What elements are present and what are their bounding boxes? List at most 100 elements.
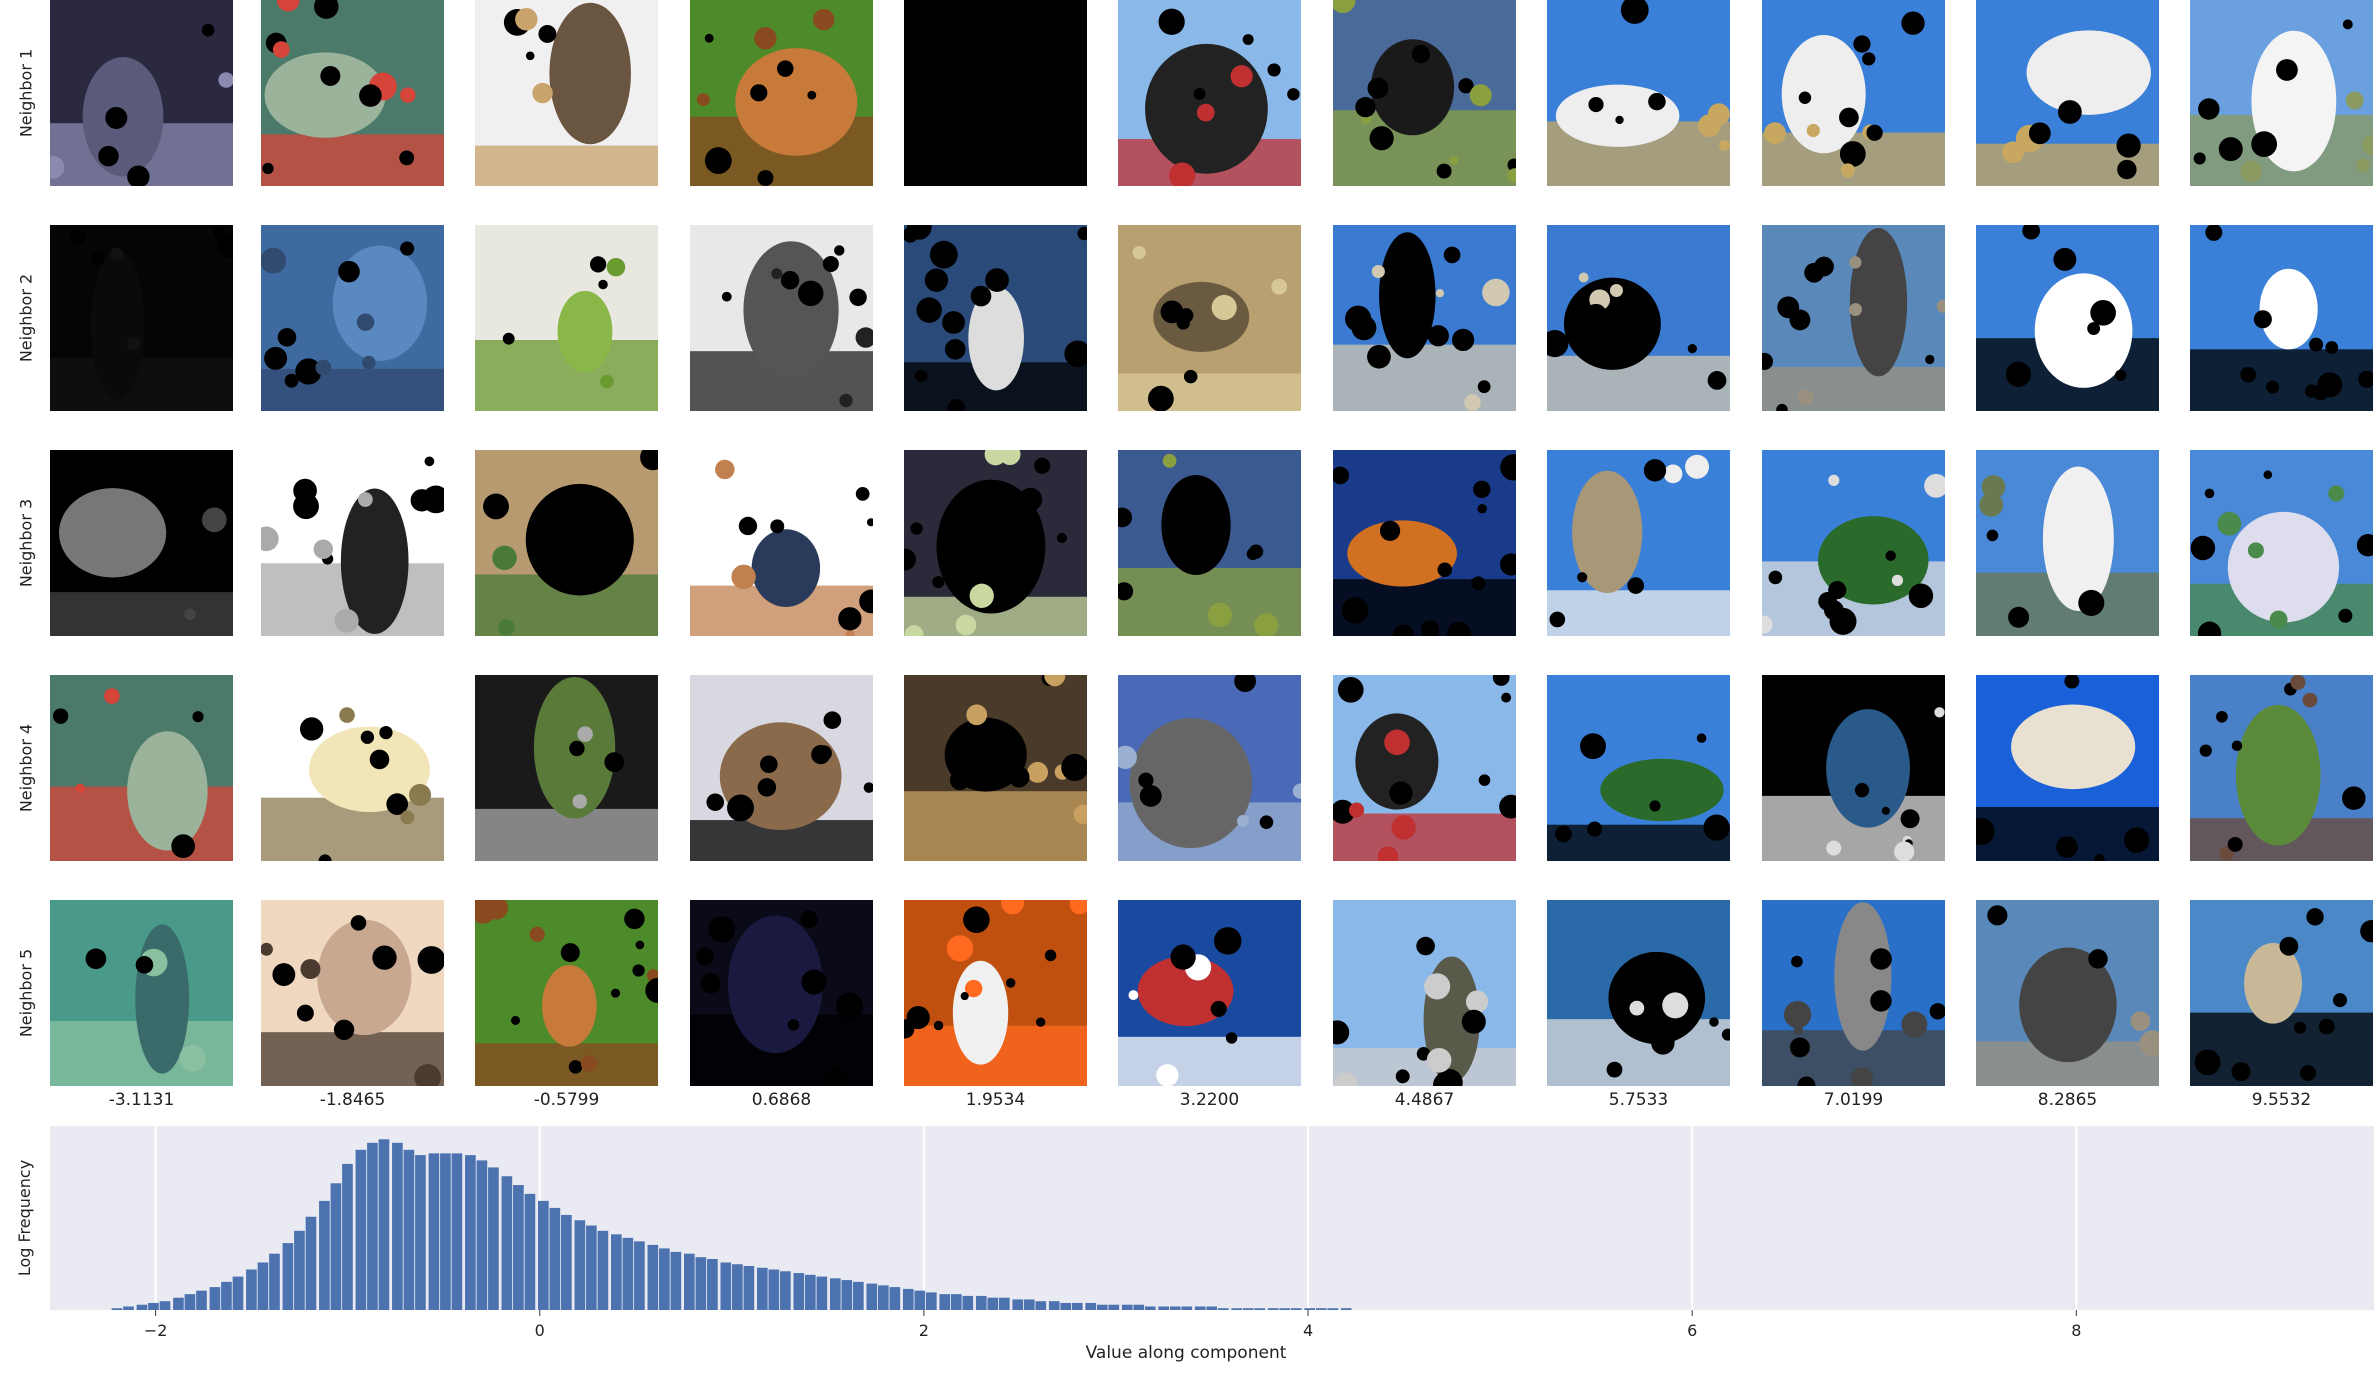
neighbor-image-thumbnail	[690, 675, 873, 861]
histogram-bar	[670, 1251, 682, 1310]
neighbor-image-thumbnail	[690, 900, 873, 1086]
neighbor-image-thumbnail	[261, 675, 444, 861]
histogram-bar	[914, 1290, 926, 1310]
histogram-bar	[902, 1288, 914, 1310]
neighbor-image-thumbnail	[904, 675, 1087, 861]
histogram-bar	[1158, 1306, 1170, 1310]
column-value-label: -3.1131	[108, 1090, 175, 1110]
histogram-bar	[111, 1308, 123, 1310]
log-frequency-histogram: −2 0 2 4 6 8 Value along component Log Frequenc…	[15, 1126, 2374, 1363]
histogram-bar	[1085, 1302, 1097, 1310]
neighbor-image-thumbnail	[50, 225, 233, 411]
histogram-bar	[184, 1294, 196, 1310]
histogram-bar	[622, 1237, 634, 1310]
histogram-bar	[1133, 1304, 1145, 1310]
histogram-bar	[538, 1200, 549, 1310]
column-value-label: 3.2200	[1179, 1090, 1240, 1110]
neighbor-image-thumbnail	[690, 0, 873, 186]
column-value-label: 8.2865	[2037, 1090, 2098, 1110]
column-value-label: -1.8465	[319, 1090, 386, 1110]
histogram-bar	[659, 1248, 670, 1310]
histogram-bar	[1096, 1304, 1108, 1310]
x-tick-label: 0	[535, 1321, 545, 1340]
histogram-bar	[816, 1276, 828, 1310]
histogram-bar	[246, 1269, 257, 1310]
neighbor-image-thumbnail	[1762, 225, 1945, 411]
neighbor-image-thumbnail	[1333, 900, 1516, 1086]
row-label-text: Neighbor 1	[16, 48, 36, 138]
histogram-bar	[1290, 1308, 1302, 1310]
histogram-bar	[1060, 1302, 1072, 1310]
histogram-bar	[768, 1269, 780, 1310]
neighbor-image-thumbnail	[1762, 900, 1945, 1086]
column-value-label: 0.6868	[751, 1090, 812, 1110]
neighbor-image-thumbnail	[1547, 450, 1730, 636]
histogram-bar	[440, 1153, 451, 1310]
histogram-bar	[342, 1163, 353, 1310]
histogram-bar	[428, 1153, 440, 1310]
histogram-bar	[257, 1262, 269, 1310]
histogram-bar	[148, 1302, 159, 1310]
histogram-bar	[1035, 1301, 1047, 1310]
histogram-bar	[720, 1262, 732, 1310]
histogram-bar	[501, 1176, 513, 1310]
histogram-bar	[793, 1273, 805, 1310]
histogram-bar	[209, 1287, 221, 1310]
histogram-bar	[1267, 1308, 1279, 1310]
histogram-bar	[926, 1292, 937, 1310]
histogram-bar	[1242, 1308, 1254, 1310]
x-axis-label: Value along component	[1086, 1343, 1287, 1363]
histogram-bar	[1144, 1306, 1156, 1310]
histogram-bar	[136, 1304, 148, 1310]
neighbor-image-thumbnail	[261, 450, 444, 636]
histogram-bar	[586, 1225, 597, 1310]
neighbor-image-thumbnail	[1118, 900, 1301, 1086]
neighbor-image-thumbnail	[50, 900, 233, 1086]
histogram-bar	[1340, 1308, 1352, 1310]
neighbor-image-thumbnail	[1118, 0, 1301, 186]
row-label-text: Neighbor 3	[16, 498, 36, 588]
histogram-bar	[159, 1301, 171, 1310]
histogram-bar	[415, 1155, 426, 1310]
neighbor-image-thumbnail	[1547, 0, 1730, 186]
histogram-bar	[330, 1183, 342, 1310]
neighbor-image-thumbnail	[2190, 450, 2373, 636]
histogram-bar	[707, 1258, 718, 1310]
neighbor-image-thumbnail	[1547, 900, 1730, 1086]
neighbor-image-thumbnail	[1333, 225, 1516, 411]
histogram-bar	[889, 1287, 901, 1310]
histogram-bar	[319, 1200, 330, 1310]
x-tick-label: 2	[919, 1321, 929, 1340]
histogram-bar	[355, 1149, 367, 1310]
histogram-bar	[196, 1290, 207, 1310]
neighbor-image-thumbnail	[2190, 900, 2373, 1086]
histogram-bar	[1279, 1308, 1291, 1310]
neighbor-image-thumbnail	[904, 0, 1087, 186]
histogram-bar	[392, 1142, 403, 1310]
histogram-bar	[451, 1153, 463, 1310]
histogram-bar	[841, 1280, 853, 1310]
histogram-bar	[367, 1142, 378, 1310]
column-value-label: 5.7533	[1608, 1090, 1669, 1110]
histogram-bar	[294, 1230, 305, 1310]
histogram-bar	[476, 1160, 488, 1310]
column-value-label: 7.0199	[1823, 1090, 1884, 1110]
histogram-bar	[465, 1155, 476, 1310]
histogram-bar	[805, 1274, 816, 1310]
histogram-bar	[1012, 1299, 1024, 1310]
x-tick-label: 4	[1303, 1321, 1313, 1340]
neighbor-image-thumbnail	[2190, 0, 2373, 186]
histogram-bar	[1217, 1308, 1229, 1310]
neighbor-image-thumbnail	[475, 0, 658, 186]
neighbor-image-thumbnail	[50, 0, 233, 186]
histogram-bar	[684, 1253, 695, 1310]
neighbor-image-thumbnail	[904, 900, 1087, 1086]
histogram-bar	[403, 1149, 415, 1310]
neighbor-image-thumbnail	[1547, 675, 1730, 861]
neighbor-image-thumbnail	[261, 900, 444, 1086]
neighbor-image-thumbnail	[475, 900, 658, 1086]
neighbor-image-thumbnail	[1547, 225, 1730, 411]
histogram-bar	[1327, 1308, 1339, 1310]
neighbor-image-thumbnail	[261, 225, 444, 411]
neighbor-image-thumbnail	[1762, 450, 1945, 636]
